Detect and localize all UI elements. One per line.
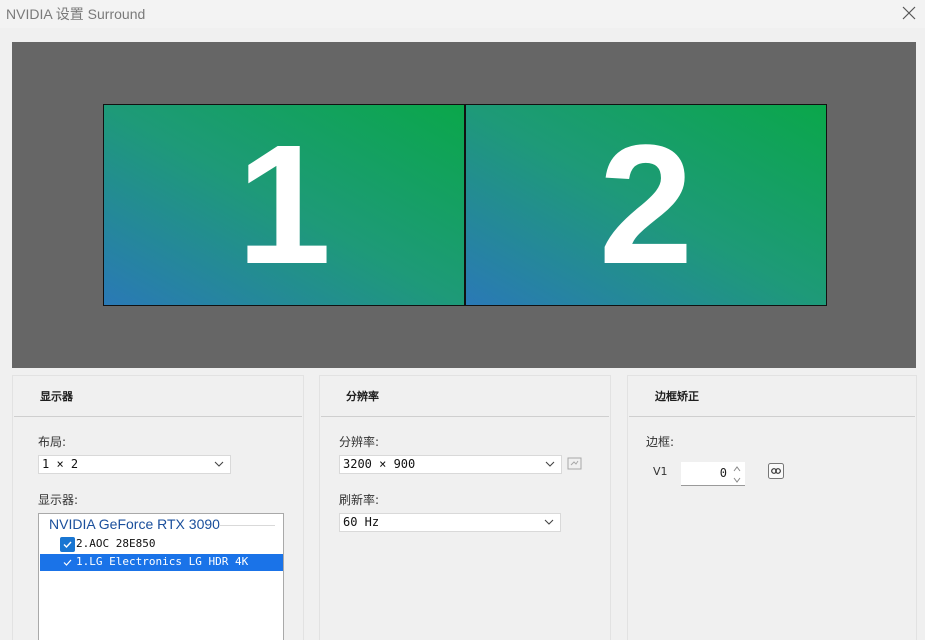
checkmark-icon: [63, 541, 72, 549]
layout-label: 布局:: [38, 435, 67, 449]
monitor-2-tile[interactable]: 2: [465, 104, 827, 306]
link-icon: [768, 463, 784, 479]
resolution-panel-header: 分辨率: [321, 376, 609, 417]
displays-label: 显示器:: [38, 493, 79, 507]
bezel-panel-header: 边框矫正: [629, 376, 915, 417]
gpu-name: NVIDIA GeForce RTX 3090: [49, 516, 220, 532]
display-panel: 显示器 布局: 1 × 2 显示器: NVIDIA GeForce RTX 30…: [12, 375, 304, 640]
title-bar: NVIDIA 设置 Surround: [0, 0, 925, 28]
display-panel-header: 显示器: [14, 376, 302, 417]
chevron-down-icon: [733, 477, 741, 483]
resolution-select[interactable]: 3200 × 900: [339, 455, 562, 474]
link-bezel-button[interactable]: [768, 463, 784, 479]
display-item-aoc[interactable]: 2.AOC 28E850: [40, 536, 283, 553]
window-title: NVIDIA 设置 Surround: [6, 6, 146, 22]
checkmark-icon: [63, 559, 72, 566]
layout-value: 1 × 2: [42, 457, 79, 471]
refresh-label: 刷新率:: [339, 493, 380, 507]
refresh-select[interactable]: 60 Hz: [339, 513, 561, 532]
monitor-1-number: 1: [236, 110, 332, 300]
v1-spinner[interactable]: 0: [681, 462, 745, 486]
customize-icon: [567, 457, 581, 469]
display-checkbox-aoc[interactable]: [60, 537, 75, 552]
monitor-2-number: 2: [598, 110, 694, 300]
layout-select[interactable]: 1 × 2: [38, 455, 231, 474]
bezel-label: 边框:: [646, 435, 675, 449]
gpu-divider: [219, 525, 275, 526]
chevron-down-icon: [214, 461, 224, 467]
display-item-lg[interactable]: 1.LG Electronics LG HDR 4K: [40, 554, 283, 571]
v1-increment-button[interactable]: [730, 463, 744, 474]
resolution-value: 3200 × 900: [343, 457, 416, 471]
display-label-lg: 1.LG Electronics LG HDR 4K: [76, 555, 249, 568]
resolution-label: 分辨率:: [339, 435, 380, 449]
resolution-customize-button[interactable]: [566, 455, 582, 471]
v1-label: V1: [653, 465, 668, 478]
chevron-down-icon: [545, 461, 555, 467]
resolution-panel: 分辨率 分辨率: 3200 × 900 刷新率: 60 Hz: [319, 375, 611, 640]
display-tree[interactable]: NVIDIA GeForce RTX 3090 2.AOC 28E850 1.L…: [38, 513, 284, 640]
v1-value[interactable]: 0: [720, 466, 727, 480]
close-button[interactable]: [897, 2, 921, 24]
chevron-down-icon: [544, 519, 554, 525]
refresh-value: 60 Hz: [343, 515, 380, 529]
surround-preview: 1 2: [12, 42, 916, 368]
close-icon: [902, 6, 916, 20]
chevron-up-icon: [733, 465, 741, 471]
display-label-aoc: 2.AOC 28E850: [76, 537, 156, 550]
v1-decrement-button[interactable]: [730, 474, 744, 485]
display-checkbox-lg[interactable]: [60, 555, 75, 570]
bezel-panel: 边框矫正 边框: V1 0: [627, 375, 917, 640]
monitor-1-tile[interactable]: 1: [103, 104, 465, 306]
